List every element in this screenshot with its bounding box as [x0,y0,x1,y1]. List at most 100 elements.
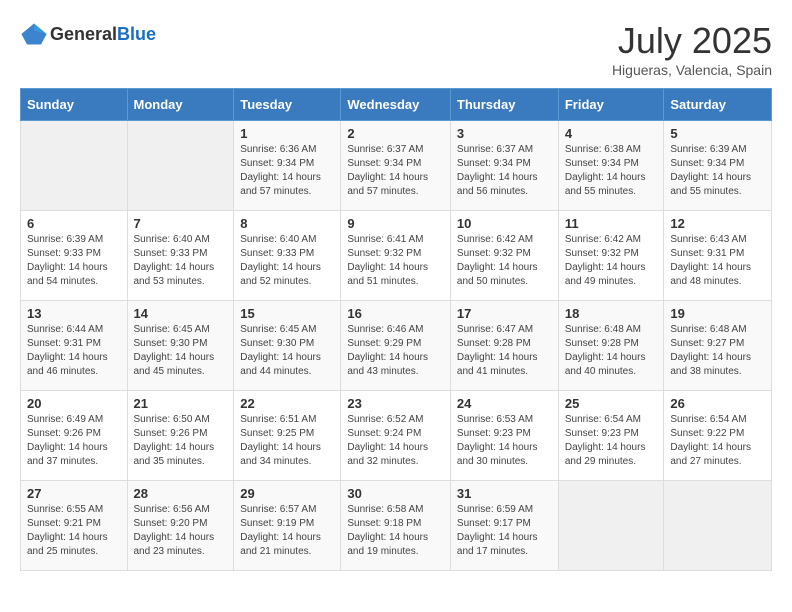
day-info: Sunrise: 6:40 AMSunset: 9:33 PMDaylight:… [240,234,321,287]
day-number: 10 [457,216,552,231]
calendar-cell: 6 Sunrise: 6:39 AMSunset: 9:33 PMDayligh… [21,211,128,301]
day-info: Sunrise: 6:41 AMSunset: 9:32 PMDaylight:… [347,234,428,287]
title-block: July 2025 Higueras, Valencia, Spain [612,20,772,78]
day-info: Sunrise: 6:42 AMSunset: 9:32 PMDaylight:… [457,234,538,287]
logo: GeneralBlue [20,20,156,48]
day-info: Sunrise: 6:54 AMSunset: 9:22 PMDaylight:… [670,414,751,467]
calendar-cell: 10 Sunrise: 6:42 AMSunset: 9:32 PMDaylig… [450,211,558,301]
calendar-cell: 17 Sunrise: 6:47 AMSunset: 9:28 PMDaylig… [450,301,558,391]
calendar-cell: 14 Sunrise: 6:45 AMSunset: 9:30 PMDaylig… [127,301,234,391]
day-info: Sunrise: 6:49 AMSunset: 9:26 PMDaylight:… [27,414,108,467]
calendar-cell: 4 Sunrise: 6:38 AMSunset: 9:34 PMDayligh… [558,121,664,211]
week-row-4: 20 Sunrise: 6:49 AMSunset: 9:26 PMDaylig… [21,391,772,481]
day-info: Sunrise: 6:53 AMSunset: 9:23 PMDaylight:… [457,414,538,467]
calendar-cell: 16 Sunrise: 6:46 AMSunset: 9:29 PMDaylig… [341,301,451,391]
weekday-header-sunday: Sunday [21,89,128,121]
day-number: 2 [347,126,444,141]
day-number: 18 [565,306,658,321]
day-number: 13 [27,306,121,321]
day-number: 12 [670,216,765,231]
calendar-cell: 5 Sunrise: 6:39 AMSunset: 9:34 PMDayligh… [664,121,772,211]
day-info: Sunrise: 6:54 AMSunset: 9:23 PMDaylight:… [565,414,646,467]
day-number: 27 [27,486,121,501]
calendar-cell: 1 Sunrise: 6:36 AMSunset: 9:34 PMDayligh… [234,121,341,211]
day-info: Sunrise: 6:56 AMSunset: 9:20 PMDaylight:… [134,504,215,557]
day-number: 21 [134,396,228,411]
calendar-cell: 25 Sunrise: 6:54 AMSunset: 9:23 PMDaylig… [558,391,664,481]
day-info: Sunrise: 6:44 AMSunset: 9:31 PMDaylight:… [27,324,108,377]
calendar-cell: 12 Sunrise: 6:43 AMSunset: 9:31 PMDaylig… [664,211,772,301]
day-info: Sunrise: 6:57 AMSunset: 9:19 PMDaylight:… [240,504,321,557]
day-number: 1 [240,126,334,141]
week-row-2: 6 Sunrise: 6:39 AMSunset: 9:33 PMDayligh… [21,211,772,301]
day-number: 17 [457,306,552,321]
day-info: Sunrise: 6:52 AMSunset: 9:24 PMDaylight:… [347,414,428,467]
day-number: 5 [670,126,765,141]
day-number: 28 [134,486,228,501]
day-number: 11 [565,216,658,231]
calendar-cell: 18 Sunrise: 6:48 AMSunset: 9:28 PMDaylig… [558,301,664,391]
calendar-cell: 21 Sunrise: 6:50 AMSunset: 9:26 PMDaylig… [127,391,234,481]
calendar-cell [664,481,772,571]
day-number: 9 [347,216,444,231]
logo-icon [20,20,48,48]
calendar-cell: 20 Sunrise: 6:49 AMSunset: 9:26 PMDaylig… [21,391,128,481]
calendar-cell: 28 Sunrise: 6:56 AMSunset: 9:20 PMDaylig… [127,481,234,571]
calendar-cell: 27 Sunrise: 6:55 AMSunset: 9:21 PMDaylig… [21,481,128,571]
day-info: Sunrise: 6:38 AMSunset: 9:34 PMDaylight:… [565,144,646,197]
day-number: 3 [457,126,552,141]
day-info: Sunrise: 6:50 AMSunset: 9:26 PMDaylight:… [134,414,215,467]
day-info: Sunrise: 6:43 AMSunset: 9:31 PMDaylight:… [670,234,751,287]
day-number: 19 [670,306,765,321]
calendar-cell: 3 Sunrise: 6:37 AMSunset: 9:34 PMDayligh… [450,121,558,211]
month-title: July 2025 [612,20,772,62]
calendar-cell [127,121,234,211]
weekday-header-saturday: Saturday [664,89,772,121]
day-info: Sunrise: 6:48 AMSunset: 9:28 PMDaylight:… [565,324,646,377]
day-number: 8 [240,216,334,231]
week-row-1: 1 Sunrise: 6:36 AMSunset: 9:34 PMDayligh… [21,121,772,211]
day-number: 4 [565,126,658,141]
calendar-cell: 22 Sunrise: 6:51 AMSunset: 9:25 PMDaylig… [234,391,341,481]
day-info: Sunrise: 6:45 AMSunset: 9:30 PMDaylight:… [134,324,215,377]
weekday-header-row: SundayMondayTuesdayWednesdayThursdayFrid… [21,89,772,121]
weekday-header-thursday: Thursday [450,89,558,121]
day-number: 23 [347,396,444,411]
week-row-5: 27 Sunrise: 6:55 AMSunset: 9:21 PMDaylig… [21,481,772,571]
calendar-cell: 26 Sunrise: 6:54 AMSunset: 9:22 PMDaylig… [664,391,772,481]
day-info: Sunrise: 6:40 AMSunset: 9:33 PMDaylight:… [134,234,215,287]
weekday-header-wednesday: Wednesday [341,89,451,121]
logo-text-blue: Blue [117,24,156,44]
weekday-header-monday: Monday [127,89,234,121]
day-info: Sunrise: 6:36 AMSunset: 9:34 PMDaylight:… [240,144,321,197]
day-info: Sunrise: 6:51 AMSunset: 9:25 PMDaylight:… [240,414,321,467]
day-number: 26 [670,396,765,411]
page-header: GeneralBlue July 2025 Higueras, Valencia… [20,20,772,78]
day-number: 30 [347,486,444,501]
calendar-cell [558,481,664,571]
weekday-header-friday: Friday [558,89,664,121]
calendar-cell: 11 Sunrise: 6:42 AMSunset: 9:32 PMDaylig… [558,211,664,301]
calendar-cell: 23 Sunrise: 6:52 AMSunset: 9:24 PMDaylig… [341,391,451,481]
day-info: Sunrise: 6:58 AMSunset: 9:18 PMDaylight:… [347,504,428,557]
calendar-cell: 7 Sunrise: 6:40 AMSunset: 9:33 PMDayligh… [127,211,234,301]
day-number: 7 [134,216,228,231]
day-number: 25 [565,396,658,411]
calendar-table: SundayMondayTuesdayWednesdayThursdayFrid… [20,88,772,571]
logo-text-general: General [50,24,117,44]
weekday-header-tuesday: Tuesday [234,89,341,121]
calendar-cell: 13 Sunrise: 6:44 AMSunset: 9:31 PMDaylig… [21,301,128,391]
day-info: Sunrise: 6:37 AMSunset: 9:34 PMDaylight:… [347,144,428,197]
day-number: 15 [240,306,334,321]
day-number: 16 [347,306,444,321]
day-number: 29 [240,486,334,501]
calendar-cell: 30 Sunrise: 6:58 AMSunset: 9:18 PMDaylig… [341,481,451,571]
day-number: 24 [457,396,552,411]
day-info: Sunrise: 6:46 AMSunset: 9:29 PMDaylight:… [347,324,428,377]
day-info: Sunrise: 6:39 AMSunset: 9:34 PMDaylight:… [670,144,751,197]
calendar-cell: 19 Sunrise: 6:48 AMSunset: 9:27 PMDaylig… [664,301,772,391]
calendar-cell [21,121,128,211]
calendar-cell: 31 Sunrise: 6:59 AMSunset: 9:17 PMDaylig… [450,481,558,571]
calendar-cell: 2 Sunrise: 6:37 AMSunset: 9:34 PMDayligh… [341,121,451,211]
day-number: 6 [27,216,121,231]
